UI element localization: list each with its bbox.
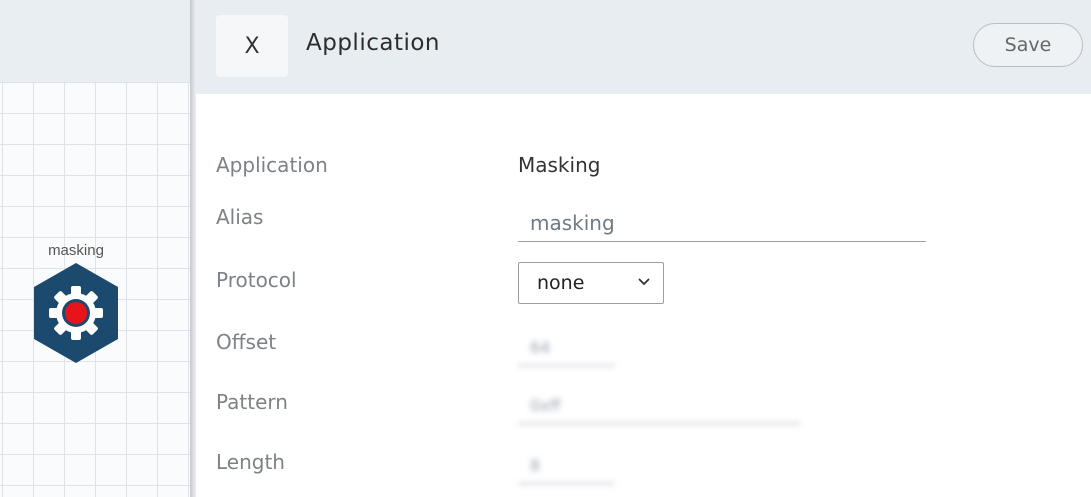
chevron-down-icon (637, 275, 651, 291)
close-icon: X (244, 33, 260, 59)
length-input[interactable] (518, 448, 615, 484)
application-value: Masking (518, 153, 601, 177)
screen: masking X Application Save Application M… (0, 0, 1091, 497)
node-label: masking (48, 242, 104, 259)
protocol-select[interactable]: none (518, 262, 664, 304)
save-button[interactable]: Save (973, 23, 1083, 67)
panel-header: X Application Save (196, 0, 1091, 94)
page-title: Application (306, 30, 441, 56)
offset-input[interactable] (518, 330, 615, 366)
application-label: Application (216, 153, 328, 177)
length-label: Length (216, 450, 285, 474)
pattern-label: Pattern (216, 390, 288, 414)
gear-icon[interactable] (30, 261, 122, 365)
masking-node[interactable]: masking (30, 242, 122, 365)
close-button[interactable]: X (216, 15, 288, 77)
application-panel: X Application Save Application Masking A… (196, 0, 1091, 497)
alias-label: Alias (216, 205, 264, 229)
alias-input[interactable] (518, 204, 926, 242)
topology-canvas[interactable]: masking (0, 0, 190, 497)
canvas-header-area (0, 0, 190, 82)
protocol-label: Protocol (216, 268, 297, 292)
pattern-input[interactable] (518, 388, 801, 424)
protocol-selected-value: none (537, 272, 585, 294)
offset-label: Offset (216, 330, 277, 354)
